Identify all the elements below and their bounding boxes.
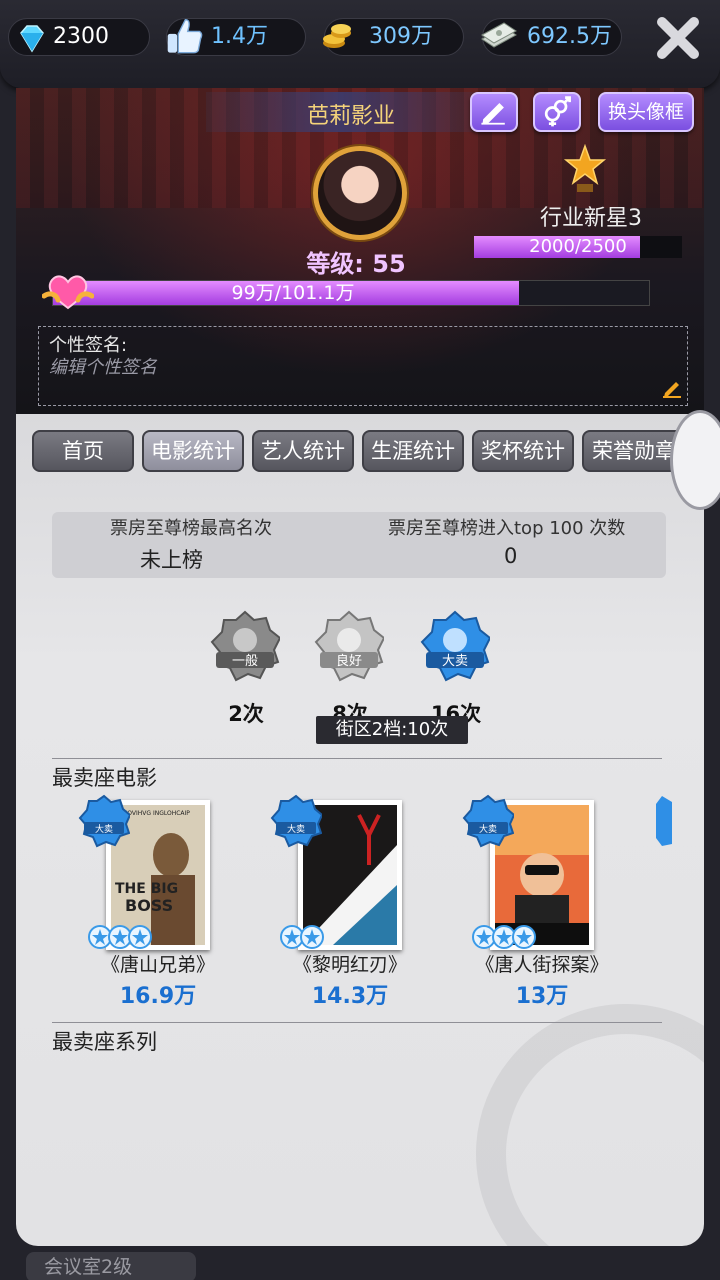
gold-coins-icon (323, 24, 351, 48)
section-divider (52, 1022, 662, 1023)
star-rating-icon (88, 925, 152, 949)
movie-box-office: 13万 (515, 984, 569, 1009)
svg-text:THE BIG: THE BIG (115, 881, 178, 897)
edit-name-button[interactable] (470, 92, 518, 132)
district-tooltip: 街区2档:10次 (316, 716, 468, 744)
gem-value: 2300 (53, 24, 109, 49)
rating-average-count: 2次 (228, 702, 264, 726)
meeting-room-tag[interactable]: 会议室2级 (26, 1252, 196, 1280)
gender-icon (544, 96, 571, 127)
rating-good-badge: 良好 (314, 610, 384, 682)
box-office-stats: 票房至尊榜最高名次 未上榜 票房至尊榜进入top 100 次数 0 (52, 512, 666, 578)
rating-good-text: 良好 (336, 653, 362, 669)
bestsellers-title: 最卖座电影 (52, 766, 157, 790)
movie-box-office: 16.9万 (119, 984, 197, 1009)
rating-average-text: 一般 (232, 653, 258, 669)
best-rank-value: 未上榜 (140, 548, 203, 572)
star-rating-icon (472, 925, 536, 949)
cash-stack-icon (481, 22, 517, 48)
movie-card[interactable]: 大卖 《唐人街探案》 13万 (462, 794, 642, 1010)
rating-hit-text: 大卖 (442, 654, 468, 669)
coin-counter[interactable]: 309万 (323, 18, 464, 56)
rank-progress-text: 2000/2500 (529, 236, 627, 257)
profile-header: 芭莉影业 换头像框 等级: 55 行业新星3 2000/2500 99万/101… (16, 88, 704, 414)
close-icon[interactable] (652, 12, 704, 64)
top100-label: 票房至尊榜进入top 100 次数 (388, 518, 626, 539)
cash-value: 692.5万 (527, 24, 612, 49)
hit-badge-icon: 大卖 (270, 794, 322, 848)
section-divider (52, 758, 662, 759)
avatar[interactable] (313, 146, 407, 240)
top100-value: 0 (504, 544, 518, 568)
signature-box[interactable]: 个性签名: 编辑个性签名 (38, 326, 688, 406)
hit-badge-icon: 大卖 (78, 794, 130, 848)
rating-hit-badge: 大卖 (420, 610, 490, 682)
gender-button[interactable] (533, 92, 581, 132)
like-counter[interactable]: 1.4万 (166, 18, 306, 56)
thumbs-up-icon (167, 18, 203, 54)
svg-text:大卖: 大卖 (287, 823, 305, 835)
hearts-icon (42, 275, 94, 310)
stats-panel: 首页 电影统计 艺人统计 生涯统计 奖杯统计 荣誉勋章 票房至尊榜最高名次 未上… (16, 414, 704, 1246)
tab-movie-stats[interactable]: 电影统计 (142, 430, 244, 472)
movie-card[interactable]: 大卖 《黎明红刃》 14.3万 (270, 794, 450, 1010)
rank-title: 行业新星3 (540, 206, 642, 231)
gem-counter[interactable]: 2300 (8, 18, 150, 56)
exp-progress-bar: 99万/101.1万 (52, 280, 650, 306)
movie-box-office: 14.3万 (311, 984, 389, 1009)
movie-card[interactable]: IC GIOVIHVG INGLOHCAIP THE BIG BOSS 大卖 《… (78, 794, 258, 1010)
company-name: 芭莉影业 (306, 104, 395, 129)
change-frame-button[interactable]: 换头像框 (598, 92, 694, 132)
tab-home[interactable]: 首页 (32, 430, 134, 472)
star-rating-icon (280, 925, 324, 949)
partial-hit-badge-icon (656, 796, 672, 846)
cash-counter[interactable]: 692.5万 (481, 18, 622, 56)
signature-placeholder[interactable]: 编辑个性签名 (49, 353, 157, 379)
best-rank-label: 票房至尊榜最高名次 (110, 518, 272, 539)
tab-trophy-stats[interactable]: 奖杯统计 (472, 430, 574, 472)
rank-progress-bar: 2000/2500 (474, 236, 682, 258)
trophy-icon (563, 144, 607, 192)
profile-page: 2300 1.4万 309万 692.5万 芭莉影业 换头像框 等级: 55 行… (0, 0, 720, 1280)
diamond-icon (20, 25, 44, 53)
exp-progress-text: 99万/101.1万 (231, 282, 355, 304)
movie-title: 《黎明红刃》 (292, 954, 407, 976)
pencil-icon (481, 103, 505, 125)
svg-text:BOSS: BOSS (125, 896, 173, 915)
svg-text:大卖: 大卖 (95, 823, 113, 835)
film-reel-decoration (476, 1004, 704, 1246)
edit-pencil-icon[interactable] (661, 377, 683, 399)
level-label: 等级: 55 (306, 250, 406, 278)
movie-title: 《唐山兄弟》 (100, 954, 215, 976)
hit-badge-icon: 大卖 (462, 794, 514, 848)
like-value: 1.4万 (211, 24, 268, 49)
svg-text:大卖: 大卖 (479, 823, 497, 835)
movie-title: 《唐人街探案》 (475, 954, 609, 976)
coin-value: 309万 (369, 24, 433, 49)
tab-career-stats[interactable]: 生涯统计 (362, 430, 464, 472)
tab-artist-stats[interactable]: 艺人统计 (252, 430, 354, 472)
rating-average-badge: 一般 (210, 610, 280, 682)
series-title: 最卖座系列 (52, 1030, 157, 1054)
resource-bar: 2300 1.4万 309万 692.5万 (0, 0, 720, 88)
